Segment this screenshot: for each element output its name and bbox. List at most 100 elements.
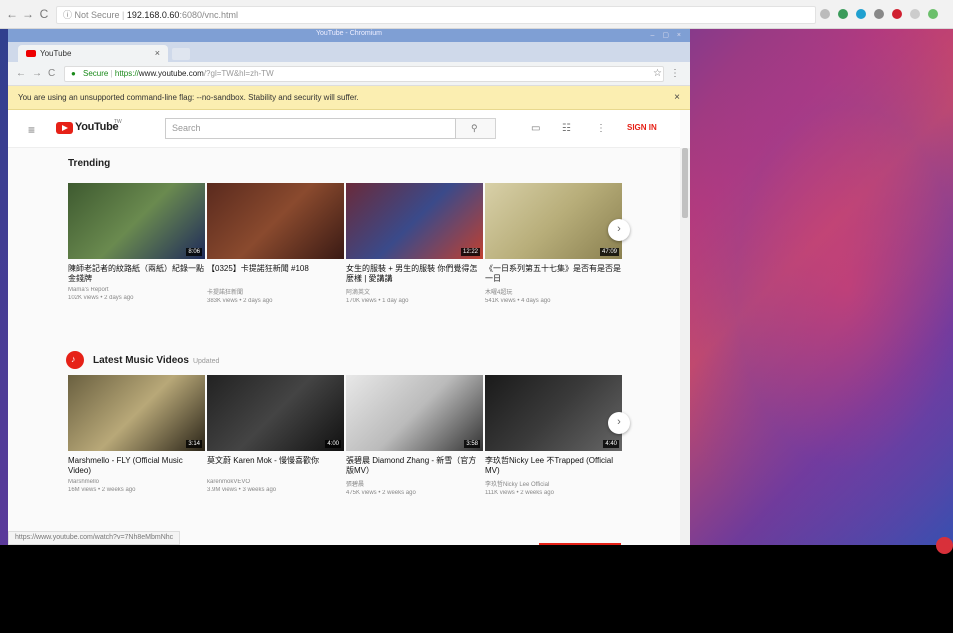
video-channel[interactable]: 木曜4超玩 <box>485 287 622 296</box>
zoom-icon[interactable] <box>820 9 830 19</box>
extension-icon[interactable] <box>892 9 902 19</box>
menu-icon[interactable]: ⋮ <box>670 68 680 79</box>
video-duration: 3:58 <box>464 440 480 448</box>
youtube-page: ≡ YouTube TW Search ⚲ ▭ ☷ ⋮ SIGN IN Tren… <box>8 110 690 545</box>
video-card[interactable]: 47:09 《一日系列第五十七集》是否有是否是一日 木曜4超玩 541K views … <box>485 183 622 304</box>
video-channel[interactable]: Mama's Report <box>68 287 205 293</box>
video-channel[interactable]: 卡提諾狂新聞 <box>207 287 344 296</box>
back-icon[interactable]: ← <box>16 68 26 80</box>
video-card[interactable]: 【0325】卡提諾狂新聞 #108 卡提諾狂新聞 383K views • 2 da… <box>207 183 344 304</box>
video-title[interactable]: 莫文蔚 Karen Mok - 慢慢喜歡你 <box>207 456 344 476</box>
reload-icon[interactable]: C <box>48 68 55 80</box>
video-thumbnail[interactable]: 8:06 <box>68 183 205 259</box>
unsupported-flag-infobar: You are using an unsupported command-lin… <box>8 86 690 110</box>
new-tab-button[interactable] <box>172 48 190 60</box>
video-title[interactable]: 女生的服裝 + 男生的服裝 你們覺得怎麼樣 | 愛講講 <box>346 264 483 284</box>
video-meta: 102K views • 2 days ago <box>68 295 134 301</box>
extension-icon[interactable] <box>910 9 920 19</box>
tab-title: YouTube <box>40 49 72 58</box>
video-thumbnail[interactable]: 3:14 <box>68 375 205 451</box>
video-channel[interactable]: Marshmello <box>68 479 205 485</box>
music-section-title[interactable]: Latest Music Videos Updated <box>93 355 219 366</box>
video-thumbnail[interactable]: 4:00 <box>207 375 344 451</box>
video-duration: 47:09 <box>599 248 619 256</box>
music-section-subtitle: Updated <box>192 358 220 365</box>
scrollbar-thumb[interactable] <box>682 148 688 218</box>
desktop-wallpaper <box>690 29 953 545</box>
secure-label: Secure <box>83 69 109 78</box>
extension-icon[interactable] <box>838 9 848 19</box>
not-secure-label: Not Secure <box>74 10 120 20</box>
bookmark-star-icon[interactable]: ☆ <box>653 68 662 79</box>
lock-icon: ● <box>71 69 76 78</box>
address-bar[interactable]: ● Secure | https://www.youtube.com/?gl=T… <box>64 66 664 82</box>
more-options-icon[interactable]: ⋮ <box>596 123 606 134</box>
sign-in-button[interactable]: SIGN IN <box>627 123 657 132</box>
close-infobar-icon[interactable]: × <box>674 86 680 110</box>
extension-icon[interactable] <box>856 9 866 19</box>
video-channel[interactable]: 張碧晨 <box>346 479 483 488</box>
video-card[interactable]: 8:06 陳師老記者的紋路紙（兩紙）紀錄一點金錢牌 Mama's Report 102… <box>68 183 205 301</box>
tab-strip: YouTube × <box>8 42 690 62</box>
video-duration: 8:06 <box>186 248 202 256</box>
video-meta: 383K views • 2 days ago <box>207 298 273 304</box>
music-channel-icon: ♪ <box>66 351 84 369</box>
video-card[interactable]: 12:22 女生的服裝 + 男生的服裝 你們覺得怎麼樣 | 愛講講 阿滴英文 170K… <box>346 183 483 304</box>
trending-section-title[interactable]: Trending <box>68 158 110 169</box>
search-input[interactable]: Search <box>165 118 456 139</box>
video-card[interactable]: 4:00 莫文蔚 Karen Mok - 慢慢喜歡你 karenmokVEVO 3.9… <box>207 375 344 493</box>
reload-icon[interactable]: C <box>38 8 50 20</box>
close-tab-icon[interactable]: × <box>155 45 160 62</box>
forward-icon[interactable]: → <box>32 68 42 80</box>
video-title[interactable]: 【0325】卡提諾狂新聞 #108 <box>207 264 344 284</box>
apps-grid-icon[interactable]: ☷ <box>562 123 571 134</box>
video-channel[interactable]: 阿滴英文 <box>346 287 483 296</box>
video-card[interactable]: 4:40 李玖哲Nicky Lee 不Trapped (Official MV) 李… <box>485 375 622 496</box>
search-icon: ⚲ <box>471 123 478 133</box>
url-scheme: https:// <box>114 69 139 78</box>
video-title[interactable]: 陳師老記者的紋路紙（兩紙）紀錄一點金錢牌 <box>68 264 205 284</box>
back-icon[interactable]: ← <box>6 8 18 20</box>
extension-icon[interactable] <box>928 9 938 19</box>
upload-video-icon[interactable]: ▭ <box>531 123 540 134</box>
video-channel[interactable]: karenmokVEVO <box>207 479 344 485</box>
window-title: YouTube - Chromium <box>315 30 382 37</box>
video-thumbnail[interactable]: 12:22 <box>346 183 483 259</box>
youtube-play-icon <box>56 122 73 134</box>
video-duration: 12:22 <box>460 248 480 256</box>
video-card[interactable]: 3:58 張碧晨 Diamond Zhang - 新雪（官方版MV） 張碧晨 475K… <box>346 375 483 496</box>
forward-icon[interactable]: → <box>22 8 34 20</box>
video-title[interactable]: Marshmello - FLY (Official Music Video) <box>68 456 205 476</box>
video-title[interactable]: 李玖哲Nicky Lee 不Trapped (Official MV) <box>485 456 622 476</box>
hamburger-menu-icon[interactable]: ≡ <box>28 123 35 137</box>
scrollbar[interactable] <box>680 148 690 545</box>
youtube-favicon-icon <box>26 50 36 57</box>
video-channel[interactable]: 李玖哲Nicky Lee Official <box>485 479 622 488</box>
video-title[interactable]: 張碧晨 Diamond Zhang - 新雪（官方版MV） <box>346 456 483 476</box>
video-meta: 111K views • 2 weeks ago <box>485 490 554 496</box>
tab-youtube[interactable]: YouTube × <box>18 45 168 62</box>
video-meta: 475K views • 2 weeks ago <box>346 490 416 496</box>
video-thumbnail[interactable]: 47:09 <box>485 183 622 259</box>
link-status-bubble: https://www.youtube.com/watch?v=7Nh8eMbm… <box>8 531 181 545</box>
video-title[interactable]: 《一日系列第五十七集》是否有是否是一日 <box>485 264 622 284</box>
next-arrow-button[interactable]: › <box>608 219 630 241</box>
next-arrow-button[interactable]: › <box>608 412 630 434</box>
outer-address-bar[interactable]: ⓘ Not Secure | 192.168.0.60:6080/vnc.htm… <box>56 6 816 24</box>
video-thumbnail[interactable] <box>207 183 344 259</box>
info-icon[interactable]: ⓘ <box>63 10 75 20</box>
outer-url-host: 192.168.0.60 <box>126 10 180 20</box>
video-card[interactable]: 3:14 Marshmello - FLY (Official Music Vid… <box>68 375 205 493</box>
extension-icon[interactable] <box>874 9 884 19</box>
outer-browser-toolbar: ← → C ⓘ Not Secure | 192.168.0.60:6080/v… <box>0 0 953 29</box>
outer-url-path: :6080/vnc.html <box>179 10 238 20</box>
window-controls[interactable]: – ▢ × <box>651 31 684 39</box>
video-duration: 4:00 <box>325 440 341 448</box>
window-titlebar[interactable]: YouTube - Chromium – ▢ × <box>8 29 690 42</box>
notification-badge-icon[interactable] <box>936 537 953 554</box>
video-thumbnail[interactable]: 4:40 <box>485 375 622 451</box>
video-duration: 3:14 <box>186 440 202 448</box>
url-domain: www.youtube.com <box>138 69 204 78</box>
search-button[interactable]: ⚲ <box>456 118 496 139</box>
video-thumbnail[interactable]: 3:58 <box>346 375 483 451</box>
